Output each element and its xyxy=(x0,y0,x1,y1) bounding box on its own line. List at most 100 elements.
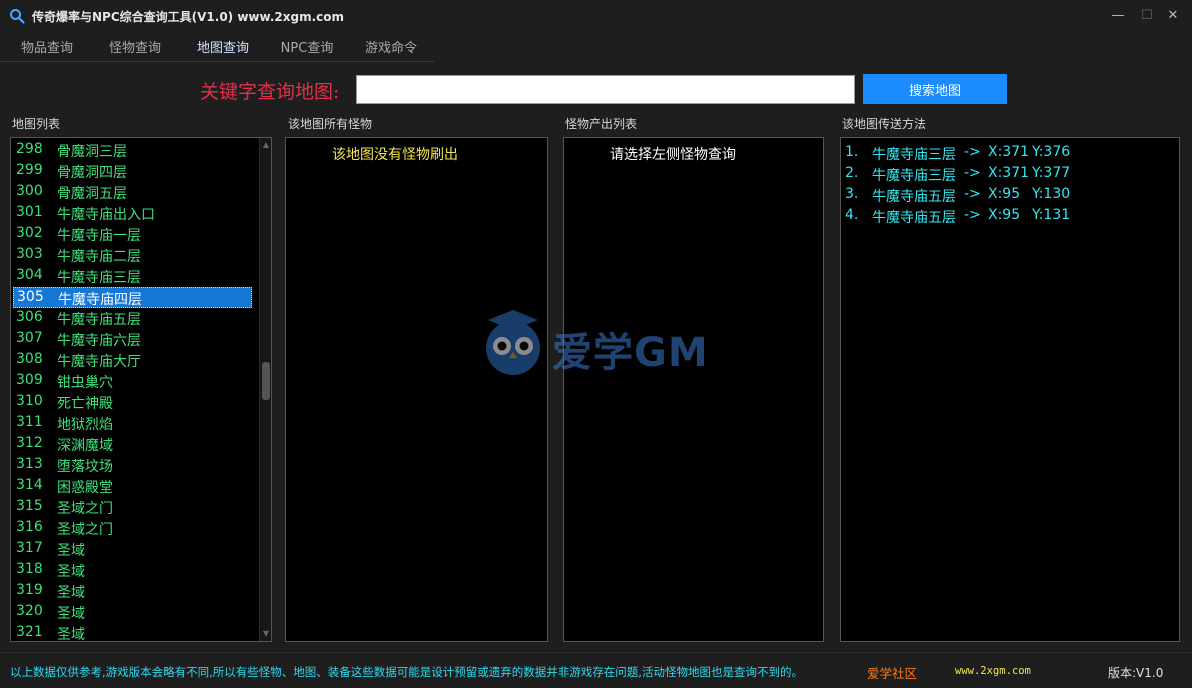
map-name: 骨魔洞五层 xyxy=(57,186,127,202)
map-list-item[interactable]: 301 牛魔寺庙出入口 xyxy=(13,203,252,224)
status-bar: 以上数据仅供参考,游戏版本会略有不同,所以有些怪物、地图、装备这些数据可能是设计… xyxy=(0,652,1192,688)
map-list-item[interactable]: 304 牛魔寺庙三层 xyxy=(13,266,252,287)
map-number: 319 xyxy=(16,582,43,598)
scroll-down-arrow-icon[interactable]: ▼ xyxy=(261,629,271,639)
tab-item-query[interactable]: 物品查询 xyxy=(12,38,82,62)
map-list-item[interactable]: 310 死亡神殿 xyxy=(13,392,252,413)
map-number: 314 xyxy=(16,477,43,493)
map-list-item[interactable]: 306 牛魔寺庙五层 xyxy=(13,308,252,329)
website-link[interactable]: www.2xgm.com xyxy=(955,665,1031,677)
close-button[interactable]: ✕ xyxy=(1163,6,1183,26)
map-number: 303 xyxy=(16,246,43,262)
map-list-item[interactable]: 319 圣域 xyxy=(13,581,252,602)
teleport-name: 牛魔寺庙三层 xyxy=(872,168,956,184)
map-number: 311 xyxy=(16,414,43,430)
map-list-item[interactable]: 320 圣域 xyxy=(13,602,252,623)
search-input[interactable] xyxy=(356,75,855,104)
map-number: 312 xyxy=(16,435,43,451)
map-name: 牛魔寺庙四层 xyxy=(58,292,142,308)
map-list-item[interactable]: 309 钳虫巢穴 xyxy=(13,371,252,392)
teleport-y: Y:376 xyxy=(1032,144,1071,160)
teleport-name: 牛魔寺庙五层 xyxy=(872,210,956,226)
tab-bar: 物品查询 怪物查询 地图查询 NPC查询 游戏命令 xyxy=(0,38,440,62)
map-list-item[interactable]: 305 牛魔寺庙四层 xyxy=(13,287,252,308)
teleport-item[interactable]: 3. 牛魔寺庙五层 -> X:95 Y:130 xyxy=(845,186,1165,207)
map-list-item[interactable]: 315 圣域之门 xyxy=(13,497,252,518)
map-number: 307 xyxy=(16,330,43,346)
monsters-header: 该地图所有怪物 xyxy=(288,117,373,131)
map-list-item[interactable]: 298 骨魔洞三层 xyxy=(13,140,252,161)
map-list-item[interactable]: 307 牛魔寺庙六层 xyxy=(13,329,252,350)
teleport-x: X:95 xyxy=(988,186,1021,202)
map-name: 牛魔寺庙五层 xyxy=(57,312,141,328)
map-list-item[interactable]: 300 骨魔洞五层 xyxy=(13,182,252,203)
teleport-x: X:371 xyxy=(988,144,1030,160)
teleport-list[interactable]: 1. 牛魔寺庙三层 -> X:371 Y:376 2. 牛魔寺庙三层 -> X:371 Y:377… xyxy=(840,137,1180,642)
scroll-thumb[interactable] xyxy=(262,361,270,400)
map-number: 316 xyxy=(16,519,43,535)
teleport-arrow: -> xyxy=(964,165,981,181)
teleport-item[interactable]: 1. 牛魔寺庙三层 -> X:371 Y:376 xyxy=(845,144,1165,165)
map-number: 305 xyxy=(17,289,44,305)
scroll-up-arrow-icon[interactable]: ▲ xyxy=(261,140,271,150)
map-list-item[interactable]: 314 困惑殿堂 xyxy=(13,476,252,497)
tab-monster-query[interactable]: 怪物查询 xyxy=(100,38,170,62)
tab-npc-query[interactable]: NPC查询 xyxy=(271,38,343,62)
map-name: 牛魔寺庙三层 xyxy=(57,270,141,286)
drop-list[interactable]: 请选择左侧怪物查询 xyxy=(563,137,824,642)
search-icon xyxy=(10,9,25,24)
map-list-item[interactable]: 318 圣域 xyxy=(13,560,252,581)
map-list-item[interactable]: 312 深渊魔域 xyxy=(13,434,252,455)
map-number: 309 xyxy=(16,372,43,388)
teleport-idx: 3. xyxy=(845,186,859,202)
map-name: 牛魔寺庙出入口 xyxy=(57,207,155,223)
map-list[interactable]: 298 骨魔洞三层 299 骨魔洞四层 300 骨魔洞五层 301 牛魔寺庙出入口 302 牛魔寺… xyxy=(10,137,272,642)
community-link[interactable]: 爱学社区 xyxy=(867,663,917,682)
map-list-item[interactable]: 316 圣域之门 xyxy=(13,518,252,539)
map-list-scrollbar[interactable]: ▲ ▼ xyxy=(259,138,271,641)
map-name: 地狱烈焰 xyxy=(57,417,113,433)
teleport-arrow: -> xyxy=(964,207,981,223)
map-list-item[interactable]: 321 圣域 xyxy=(13,623,252,641)
tab-divider xyxy=(0,61,434,62)
teleport-x: X:371 xyxy=(988,165,1030,181)
map-name: 骨魔洞三层 xyxy=(57,144,127,160)
teleport-idx: 1. xyxy=(845,144,859,160)
map-number: 320 xyxy=(16,603,43,619)
disclaimer-text: 以上数据仅供参考,游戏版本会略有不同,所以有些怪物、地图、装备这些数据可能是设计… xyxy=(10,665,803,679)
teleport-item[interactable]: 2. 牛魔寺庙三层 -> X:371 Y:377 xyxy=(845,165,1165,186)
teleport-item[interactable]: 4. 牛魔寺庙五层 -> X:95 Y:131 xyxy=(845,207,1165,228)
map-list-item[interactable]: 303 牛魔寺庙二层 xyxy=(13,245,252,266)
search-label: 关键字查询地图: xyxy=(200,81,340,103)
version-label: 版本:V1.0 xyxy=(1108,666,1164,680)
map-list-item[interactable]: 313 堕落坟场 xyxy=(13,455,252,476)
map-number: 304 xyxy=(16,267,43,283)
teleport-name: 牛魔寺庙五层 xyxy=(872,189,956,205)
minimize-button[interactable]: — xyxy=(1108,6,1128,26)
map-list-item[interactable]: 299 骨魔洞四层 xyxy=(13,161,252,182)
map-list-item[interactable]: 302 牛魔寺庙一层 xyxy=(13,224,252,245)
monster-empty-message: 该地图没有怪物刷出 xyxy=(332,147,458,163)
map-list-item[interactable]: 308 牛魔寺庙大厅 xyxy=(13,350,252,371)
watermark: 爱学GM xyxy=(480,306,720,378)
map-list-header: 地图列表 xyxy=(12,117,61,131)
teleports-header: 该地图传送方法 xyxy=(842,117,927,131)
teleport-y: Y:377 xyxy=(1032,165,1071,181)
tab-game-commands[interactable]: 游戏命令 xyxy=(355,38,427,62)
teleport-arrow: -> xyxy=(964,144,981,160)
teleport-idx: 4. xyxy=(845,207,859,223)
maximize-button[interactable]: ☐ xyxy=(1137,6,1157,26)
map-number: 306 xyxy=(16,309,43,325)
teleport-y: Y:130 xyxy=(1032,186,1071,202)
tab-map-query[interactable]: 地图查询 xyxy=(177,38,269,62)
monster-list[interactable]: 该地图没有怪物刷出 xyxy=(285,137,548,642)
map-number: 308 xyxy=(16,351,43,367)
map-number: 315 xyxy=(16,498,43,514)
teleport-x: X:95 xyxy=(988,207,1021,223)
map-number: 299 xyxy=(16,162,43,178)
map-name: 死亡神殿 xyxy=(57,396,113,412)
window-title: 传奇爆率与NPC综合查询工具(V1.0) www.2xgm.com xyxy=(32,10,344,24)
search-map-button[interactable]: 搜索地图 xyxy=(863,74,1007,104)
map-list-item[interactable]: 311 地狱烈焰 xyxy=(13,413,252,434)
map-list-item[interactable]: 317 圣域 xyxy=(13,539,252,560)
